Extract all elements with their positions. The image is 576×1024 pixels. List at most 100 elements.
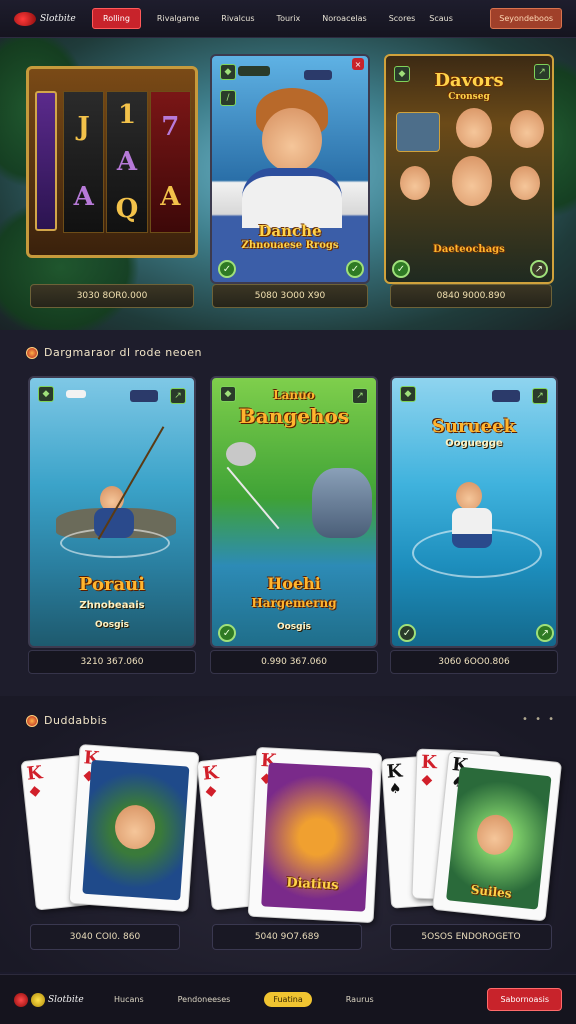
badge-icon <box>238 66 270 76</box>
nav-item-3[interactable]: Tourix <box>277 14 301 23</box>
nav-primary-button[interactable]: Rolling <box>92 8 141 29</box>
character-face <box>262 108 322 172</box>
character-body <box>452 508 492 548</box>
price-bar[interactable]: 0840 9000.890 <box>390 284 552 308</box>
tile-subtitle-2: Hargemerng <box>251 596 337 610</box>
reel-symbol: 7 <box>161 112 180 142</box>
logo-mark-icon <box>14 992 28 1007</box>
card-rank: K <box>201 762 220 785</box>
section-heading: Duddabbis <box>26 714 107 727</box>
thumb-face <box>510 166 540 200</box>
check-icon[interactable]: ✓ <box>392 260 410 278</box>
nav-item-1[interactable]: Rivalgame <box>157 14 199 23</box>
slot-machine-card[interactable]: J A 1 A Q 7 A <box>26 66 198 258</box>
thumb-fish <box>396 112 440 152</box>
share-icon[interactable]: ↗ <box>536 624 554 642</box>
diamond-suit-icon: ◆ <box>28 782 42 800</box>
nav-item-6[interactable]: Scaus <box>429 14 453 23</box>
reel: 7 A <box>149 91 191 233</box>
card-subtitle: Zhnouaese Rrogs <box>241 240 339 251</box>
price-bar[interactable]: 5080 3O00 X90 <box>212 284 368 308</box>
game-tile-poraui[interactable]: ◆ ↗ Poraui Zhnobeaais Oosgis <box>28 376 196 648</box>
logo-mark-icon <box>14 11 36 26</box>
brand-logo[interactable]: Slotbite <box>14 11 92 26</box>
footer-nav-item[interactable]: Raurus <box>346 995 374 1004</box>
card-subtitle: Cronseg <box>448 92 490 102</box>
thumb-face <box>510 110 544 148</box>
character-face <box>456 482 482 510</box>
nav-item-2[interactable]: Rivalcus <box>221 14 254 23</box>
check-icon[interactable]: ✓ <box>218 624 236 642</box>
section-heading: Dargmaraor dl rode neoen <box>26 346 202 359</box>
footer-nav-item[interactable]: Pendoneeses <box>178 995 231 1004</box>
fish-character <box>312 468 372 538</box>
check-icon[interactable]: ✓ <box>218 260 236 278</box>
reel-symbol: J <box>77 112 90 142</box>
card-title: Danche <box>258 222 322 240</box>
price-bar[interactable]: 3040 COI0. 860 <box>30 924 180 950</box>
thumb-face <box>456 108 492 148</box>
price-bar[interactable]: 3060 6OO0.806 <box>390 650 558 674</box>
game-card-danche[interactable]: ◆ × / Danche Zhnouaese Rrogs ✓ ✓ <box>210 54 370 284</box>
tile-tag: Oosgis <box>276 622 312 632</box>
share-icon[interactable]: ↗ <box>170 388 186 404</box>
tile-title-2: Bangehos <box>238 404 350 428</box>
brand-logo[interactable]: Slotbite <box>14 992 114 1007</box>
footer-cta-button[interactable]: Sabornoasis <box>487 988 562 1011</box>
badge-icon <box>66 390 86 398</box>
card-rank: K <box>420 751 438 774</box>
logo-mark-icon <box>31 992 45 1007</box>
close-icon[interactable]: × <box>352 58 364 70</box>
game-card-davors[interactable]: ◆ ↗ Davors Cronseg Daeteochags ✓ ↗ <box>384 54 554 284</box>
fishing-line <box>226 466 280 530</box>
card-rank: K <box>25 762 44 785</box>
tile-subtitle: Zhnobeaais <box>79 600 145 611</box>
check-icon[interactable]: ✓ <box>398 624 416 642</box>
price-bar[interactable]: 0.990 367.060 <box>210 650 378 674</box>
tile-title: Lanuo <box>273 388 315 402</box>
price-bar[interactable]: 5040 9O7.689 <box>212 924 362 950</box>
tile-title: Surueek <box>431 416 517 437</box>
pin-icon[interactable]: ◆ <box>220 64 236 80</box>
game-tile-bangehos[interactable]: ◆ ↗ Lanuo Bangehos Hoehi Hargemerng Oosg… <box>210 376 378 648</box>
pin-icon[interactable]: ◆ <box>38 386 54 402</box>
playing-card[interactable]: K ◆ Diatius <box>247 746 383 924</box>
price-bar[interactable]: 3030 8OR0.000 <box>30 284 194 308</box>
card-rank: K <box>386 760 404 783</box>
tile-title: Poraui <box>78 574 146 595</box>
nav-item-5[interactable]: Scores <box>389 14 416 23</box>
reel-symbol: A <box>73 182 94 212</box>
bottom-nav: Slotbite Hucans Pendoneeses Fuatina Raur… <box>0 974 576 1024</box>
reel-symbol: A <box>116 146 138 177</box>
reel-symbol: A <box>160 182 181 212</box>
card-banner: Daeteochags <box>433 244 505 255</box>
coin-icon <box>26 714 38 727</box>
slot-reels: J A 1 A Q 7 A <box>63 91 191 233</box>
price-bar[interactable]: 3210 367.060 <box>28 650 196 674</box>
price-bar[interactable]: 5OSOS ENDOROGETO <box>390 924 552 950</box>
section-title: Duddabbis <box>44 714 108 727</box>
pin-icon[interactable]: ◆ <box>400 386 416 402</box>
footer-nav-item[interactable]: Hucans <box>114 995 144 1004</box>
tile-tag: Oosgis <box>94 620 130 630</box>
reel-symbol: Q <box>115 193 139 224</box>
check-icon[interactable]: ✓ <box>346 260 364 278</box>
nav-cta-button[interactable]: Seyondeboos <box>490 8 562 29</box>
coin-icon <box>26 346 38 359</box>
share-icon[interactable]: ↗ <box>532 388 548 404</box>
section-title: Dargmaraor dl rode neoen <box>44 346 202 359</box>
nav-item-4[interactable]: Noroacelas <box>322 14 366 23</box>
hero-banner: J A 1 A Q 7 A ◆ × / Danche Zhnouaese Rro… <box>0 38 576 330</box>
footer-pill-button[interactable]: Fuatina <box>264 992 312 1007</box>
share-icon[interactable]: ↗ <box>530 260 548 278</box>
playing-card[interactable]: K ♠ Suiles <box>431 750 563 922</box>
diamond-suit-icon: ◆ <box>204 782 218 800</box>
spade-suit-icon: ♠ <box>388 780 403 798</box>
slot-side-panel <box>35 91 57 231</box>
logo-text: Slotbite <box>48 994 84 1005</box>
pin-icon[interactable]: / <box>220 90 236 106</box>
game-tile-surueek[interactable]: ◆ ↗ Surueek Ooguegge ✓ ↗ <box>390 376 558 648</box>
playing-card[interactable]: K ◆ <box>68 744 200 912</box>
fishing-lure <box>226 442 256 466</box>
more-options-icon[interactable]: • • • <box>522 714 556 725</box>
